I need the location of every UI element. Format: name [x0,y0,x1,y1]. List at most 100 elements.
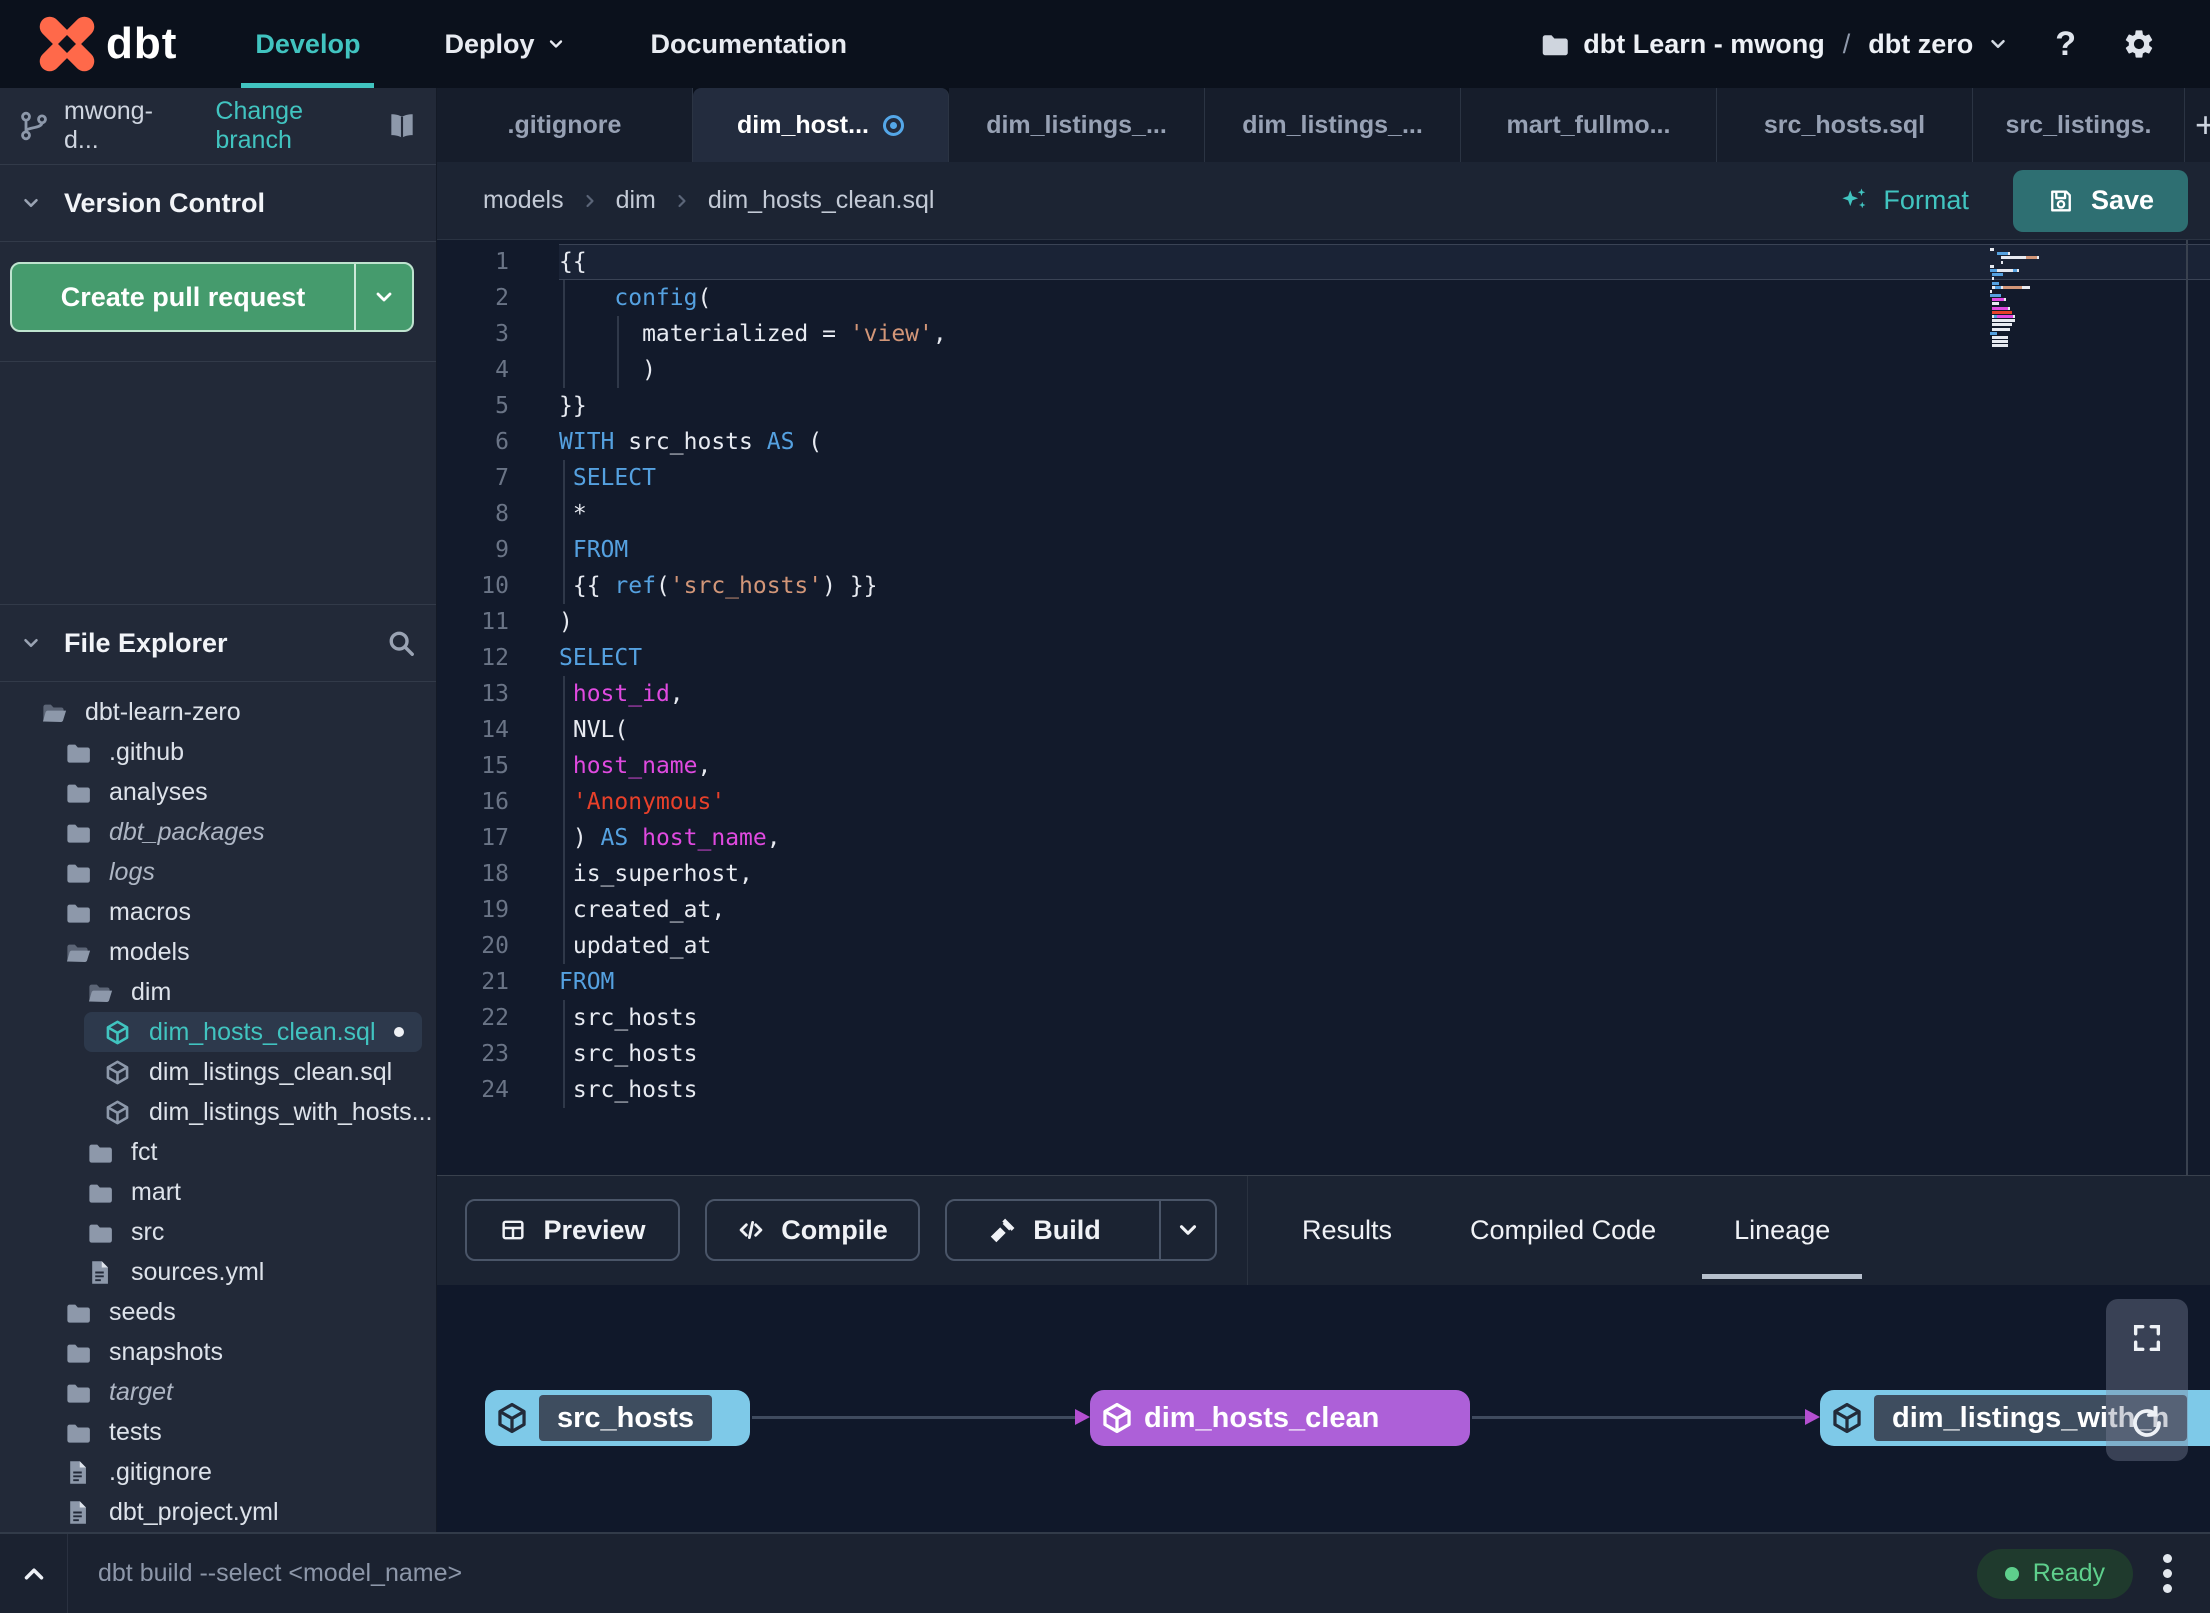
file-label: dim [131,977,172,1006]
file-explorer-header[interactable]: File Explorer [0,605,436,682]
file-label: dbt-learn-zero [85,697,241,726]
line-content: materialized = 'view', [559,321,947,347]
code-line-16[interactable]: 16 'Anonymous' [437,784,2210,820]
code-line-3[interactable]: 3 materialized = 'view', [437,316,2210,352]
code-line-20[interactable]: 20 updated_at [437,928,2210,964]
file-tree-item-dim[interactable]: dim [0,972,436,1012]
file-tree-item-mart[interactable]: mart [0,1172,436,1212]
file-tree-item-dbt-learn-zero[interactable]: dbt-learn-zero [0,692,436,732]
lineage-node-label: src_hosts [539,1395,713,1441]
editor-tab-src-hosts-sql[interactable]: src_hosts.sql [1717,88,1973,162]
save-button[interactable]: Save [2012,169,2188,232]
code-line-14[interactable]: 14 NVL( [437,712,2210,748]
format-button[interactable]: Format [1839,185,1969,216]
command-input[interactable]: dbt build --select <model_name> [98,1559,462,1588]
docs-book-icon[interactable] [386,110,418,142]
breadcrumb-part[interactable]: models [483,186,564,215]
code-line-2[interactable]: 2 config( [437,280,2210,316]
file-tree-item-seeds[interactable]: seeds [0,1292,436,1332]
new-tab-button[interactable]: + [2185,88,2210,162]
fullscreen-icon[interactable] [2130,1321,2164,1355]
code-line-23[interactable]: 23 src_hosts [437,1036,2210,1072]
reset-view-undo-icon[interactable] [2129,1405,2165,1441]
file-tree-item-target[interactable]: target [0,1372,436,1412]
file-tree-item-dbt-project-yml[interactable]: dbt_project.yml [0,1492,436,1532]
file-tree-item-dim-listings-with-hosts-[interactable]: dim_listings_with_hosts... [0,1092,436,1132]
build-button[interactable]: Build [945,1199,1217,1261]
settings-gear-icon[interactable] [2122,27,2156,61]
folder-icon [64,859,91,886]
code-line-18[interactable]: 18 is_superhost, [437,856,2210,892]
lineage-node-src-hosts[interactable]: src_hosts [485,1390,750,1446]
code-line-24[interactable]: 24 src_hosts [437,1072,2210,1108]
code-line-17[interactable]: 17 ) AS host_name, [437,820,2210,856]
preview-button[interactable]: Preview [465,1199,680,1261]
project-picker[interactable]: dbt Learn - mwong / dbt zero [1539,29,2009,60]
file-tree-item-fct[interactable]: fct [0,1132,436,1172]
editor-tabbar: .gitignore dim_host... dim_listings_... dim… [437,88,2210,162]
logo-text: dbt [106,19,178,68]
code-line-21[interactable]: 21 FROM [437,964,2210,1000]
code-line-12[interactable]: 12 SELECT [437,640,2210,676]
nav-item-deploy[interactable]: Deploy [444,0,566,88]
search-icon[interactable] [386,628,416,658]
version-control-title: Version Control [64,187,266,218]
pr-dropdown-caret[interactable] [354,264,412,330]
overflow-menu-icon[interactable] [2159,1550,2176,1597]
build-dropdown-caret[interactable] [1159,1201,1215,1259]
code-line-8[interactable]: 8 * [437,496,2210,532]
file-tree-item-dim-hosts-clean-sql[interactable]: dim_hosts_clean.sql [84,1012,422,1052]
lineage-node-dim-hosts-clean[interactable]: dim_hosts_clean [1090,1390,1470,1446]
nav-item-documentation[interactable]: Documentation [650,0,847,88]
panel-tab-lineage[interactable]: Lineage [1734,1176,1830,1285]
code-line-10[interactable]: 10 {{ ref('src_hosts') }} [437,568,2210,604]
lineage-edge [1472,1409,1820,1425]
file-tree-item-sources-yml[interactable]: sources.yml [0,1252,436,1292]
editor-tab-dim-listings-[interactable]: dim_listings_... [1205,88,1461,162]
panel-tab-results[interactable]: Results [1302,1176,1392,1285]
version-control-header[interactable]: Version Control [0,165,436,242]
chevron-down-icon [1987,33,2009,55]
help-icon[interactable]: ? [2055,25,2076,64]
indent-guide [563,280,565,388]
code-line-5[interactable]: 5}} [437,388,2210,424]
code-line-7[interactable]: 7 SELECT [437,460,2210,496]
file-tree-item-dim-listings-clean-sql[interactable]: dim_listings_clean.sql [0,1052,436,1092]
code-line-4[interactable]: 4 ) [437,352,2210,388]
editor-tab-dim-host-[interactable]: dim_host... [693,88,949,162]
file-tree-item--github[interactable]: .github [0,732,436,772]
lineage-canvas[interactable]: src_hosts dim_hosts_clean dim_listings_wit… [437,1285,2210,1532]
editor-tab-src-listings-[interactable]: src_listings. [1973,88,2185,162]
code-line-1[interactable]: 1 {{ [437,244,2210,280]
create-pull-request-button[interactable]: Create pull request [10,262,414,332]
file-tree-item--gitignore[interactable]: .gitignore [0,1452,436,1492]
file-tree-item-src[interactable]: src [0,1212,436,1252]
code-editor[interactable]: 1{{2 config(3 materialized = 'view', 4 ) 5… [437,240,2210,1175]
code-line-11[interactable]: 11) [437,604,2210,640]
breadcrumb-part: dim_hosts_clean.sql [707,186,935,214]
code-line-15[interactable]: 15 host_name, [437,748,2210,784]
file-tree-item-snapshots[interactable]: snapshots [0,1332,436,1372]
panel-tab-compiled-code[interactable]: Compiled Code [1470,1176,1656,1285]
file-label: tests [109,1417,162,1446]
file-tree-item-analyses[interactable]: analyses [0,772,436,812]
code-line-13[interactable]: 13 host_id, [437,676,2210,712]
file-tree-item-logs[interactable]: logs [0,852,436,892]
code-line-6[interactable]: 6 WITH src_hosts AS ( [437,424,2210,460]
change-branch-link[interactable]: Change branch [215,97,386,155]
code-line-22[interactable]: 22 src_hosts [437,1000,2210,1036]
editor-scrollbar[interactable] [2186,240,2188,1175]
file-tree-item-macros[interactable]: macros [0,892,436,932]
file-tree-item-dbt-packages[interactable]: dbt_packages [0,812,436,852]
file-tree-item-tests[interactable]: tests [0,1412,436,1452]
code-line-9[interactable]: 9 FROM [437,532,2210,568]
nav-item-develop[interactable]: Develop [241,0,375,88]
compile-button[interactable]: Compile [705,1199,920,1261]
breadcrumb-part[interactable]: dim [616,186,656,215]
editor-tab-mart-fullmo-[interactable]: mart_fullmo... [1461,88,1717,162]
editor-tab-dim-listings-[interactable]: dim_listings_... [949,88,1205,162]
code-line-19[interactable]: 19 created_at, [437,892,2210,928]
file-tree-item-models[interactable]: models [0,932,436,972]
editor-tab--gitignore[interactable]: .gitignore [437,88,693,162]
command-bar-toggle[interactable] [0,1534,68,1613]
